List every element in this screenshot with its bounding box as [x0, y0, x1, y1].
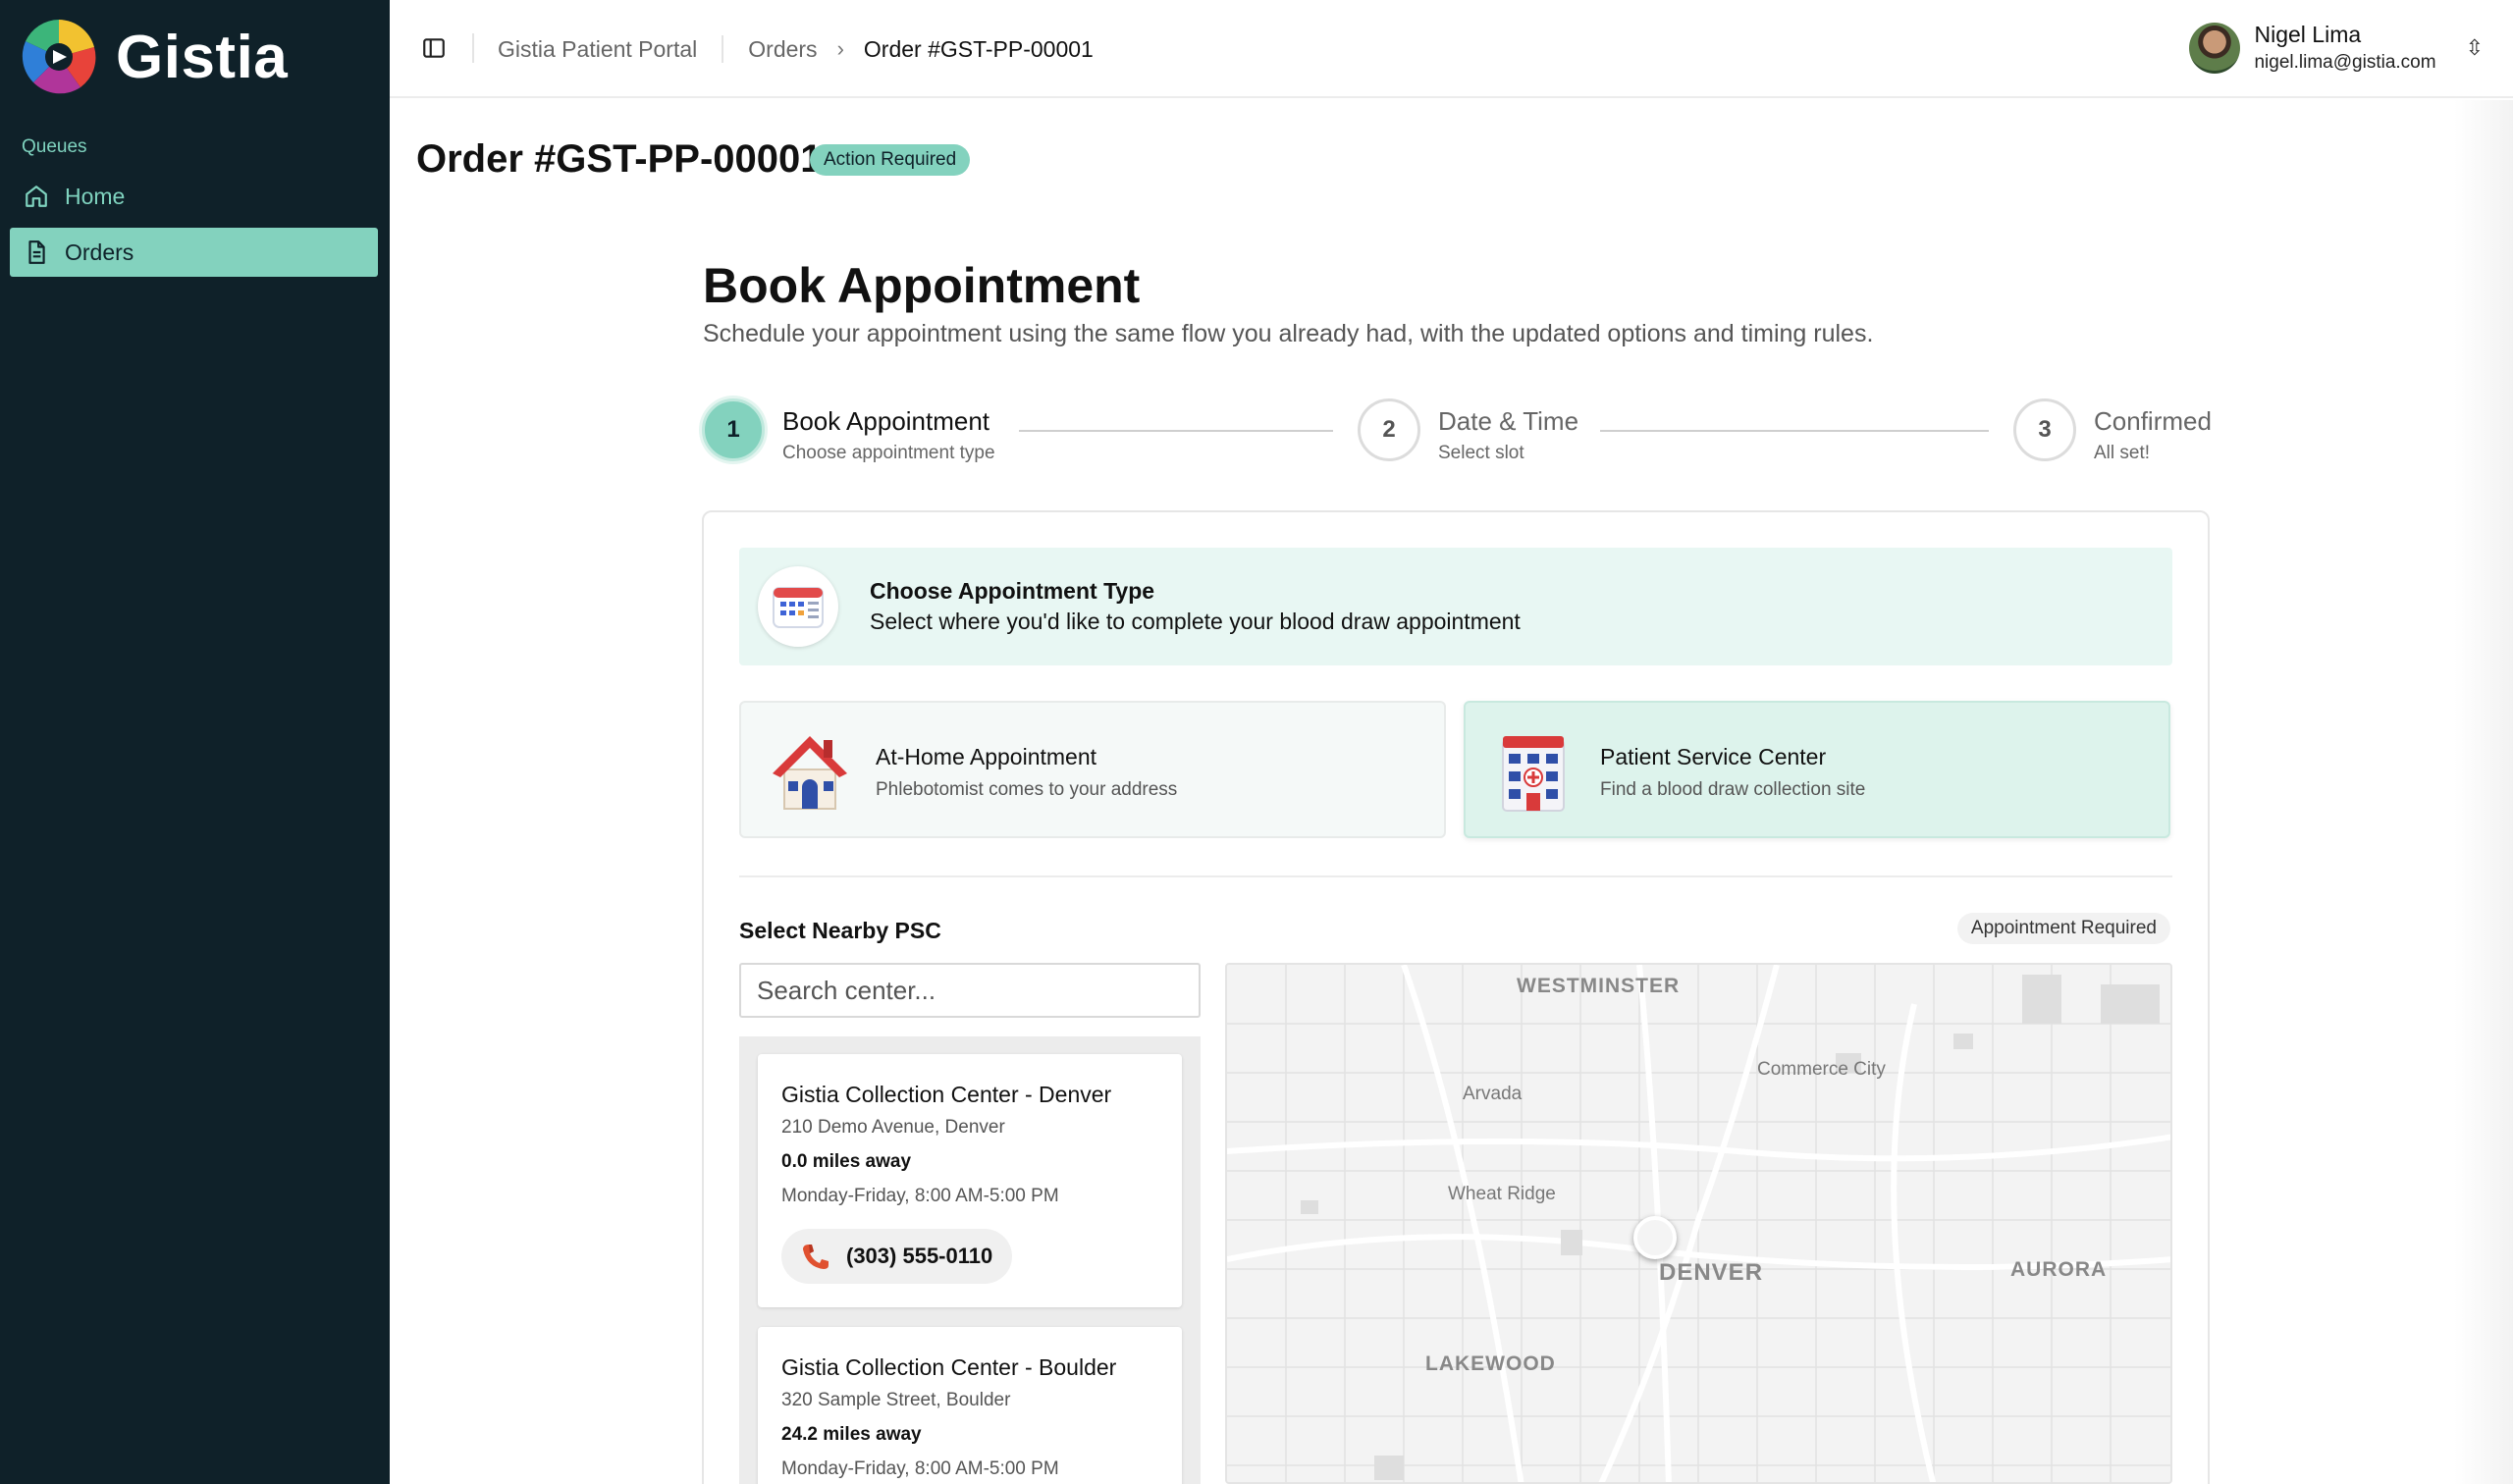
- center-address: 210 Demo Avenue, Denver: [781, 1117, 1005, 1138]
- sidebar-toggle-icon[interactable]: [421, 35, 447, 61]
- breadcrumb-separator: [722, 35, 724, 63]
- status-badge: Action Required: [810, 144, 971, 176]
- top-header: Gistia Patient Portal Orders › Order #GS…: [390, 0, 2513, 98]
- list-item[interactable]: Gistia Collection Center - Denver 210 De…: [758, 1054, 1182, 1307]
- step-desc: All set!: [2094, 443, 2151, 463]
- map-label: Wheat Ridge: [1448, 1184, 1556, 1204]
- map-roads: [1227, 965, 2170, 1482]
- step-desc: Choose appointment type: [782, 443, 995, 463]
- booking-title: Book Appointment: [703, 258, 1141, 313]
- step-2: 2 Date & Time Select slot: [1358, 398, 1578, 464]
- house-icon: [773, 736, 847, 810]
- center-hours: Monday-Friday, 8:00 AM-5:00 PM: [781, 1186, 1059, 1206]
- center-distance: 24.2 miles away: [781, 1424, 922, 1445]
- search-center-input[interactable]: [739, 963, 1201, 1018]
- option-desc: Find a blood draw collection site: [1600, 779, 1866, 800]
- calendar-icon: [758, 566, 838, 647]
- step-1: 1 Book Appointment Choose appointment ty…: [702, 398, 995, 464]
- banner-title: Choose Appointment Type: [870, 578, 1155, 604]
- logo-text: Gistia: [116, 23, 289, 91]
- sidebar-item-orders[interactable]: Orders: [10, 228, 378, 277]
- step-number: 2: [1358, 398, 1420, 461]
- at-home-appointment-option[interactable]: At-Home Appointment Phlebotomist comes t…: [739, 701, 1446, 838]
- chevron-right-icon: ›: [836, 36, 844, 61]
- center-name: Gistia Collection Center - Boulder: [781, 1354, 1117, 1380]
- phone-icon: [803, 1245, 829, 1269]
- center-distance: 0.0 miles away: [781, 1151, 912, 1172]
- header-divider: [472, 33, 474, 63]
- sidebar-item-label: Home: [65, 183, 126, 209]
- gistia-logo-icon: [22, 20, 96, 94]
- map-label: Commerce City: [1757, 1059, 1886, 1080]
- option-title: Patient Service Center: [1600, 744, 1827, 769]
- step-number: 3: [2013, 398, 2076, 461]
- phone-number: (303) 555-0110: [846, 1244, 993, 1268]
- step-title: Date & Time: [1438, 406, 1579, 436]
- sidebar-item-home[interactable]: Home: [10, 172, 378, 221]
- app-logo[interactable]: Gistia: [20, 18, 288, 96]
- map-label: WESTMINSTER: [1517, 975, 1681, 997]
- list-item[interactable]: Gistia Collection Center - Boulder 320 S…: [758, 1327, 1182, 1484]
- psc-heading: Select Nearby PSC: [739, 918, 941, 943]
- map-label: DENVER: [1659, 1259, 1764, 1286]
- center-name: Gistia Collection Center - Denver: [781, 1082, 1112, 1107]
- sidebar-item-label: Orders: [65, 238, 134, 265]
- center-hours: Monday-Friday, 8:00 AM-5:00 PM: [781, 1458, 1059, 1479]
- sidebar: Gistia Queues Home Orders: [0, 0, 390, 1484]
- breadcrumb: Gistia Patient Portal Orders › Order #GS…: [498, 35, 1094, 63]
- appointment-type-banner: Choose Appointment Type Select where you…: [739, 548, 2172, 665]
- banner-desc: Select where you'd like to complete your…: [870, 609, 1521, 634]
- step-connector: [1600, 430, 1989, 432]
- step-number: 1: [702, 398, 765, 461]
- user-email: nigel.lima@gistia.com: [2254, 52, 2436, 73]
- step-3: 3 Confirmed All set!: [2013, 398, 2212, 464]
- center-address: 320 Sample Street, Boulder: [781, 1390, 1011, 1410]
- breadcrumb-current: Order #GST-PP-00001: [863, 35, 1094, 62]
- step-desc: Select slot: [1438, 443, 1524, 463]
- patient-service-center-option[interactable]: Patient Service Center Find a blood draw…: [1464, 701, 2170, 838]
- hospital-building-icon: [1502, 736, 1565, 812]
- breadcrumb-portal[interactable]: Gistia Patient Portal: [498, 36, 697, 63]
- map-label: LAKEWOOD: [1425, 1352, 1556, 1375]
- step-connector: [1019, 430, 1333, 432]
- map-label: AURORA: [2010, 1258, 2108, 1281]
- document-icon: [28, 240, 45, 264]
- scroll-edge-shadow: [2454, 100, 2513, 1484]
- breadcrumb-orders[interactable]: Orders: [748, 36, 817, 63]
- user-name: Nigel Lima: [2254, 22, 2362, 47]
- chevron-up-down-icon: ⇳: [2465, 34, 2484, 60]
- user-info: Nigel Lima nigel.lima@gistia.com: [2254, 22, 2435, 74]
- step-title: Confirmed: [2094, 406, 2212, 436]
- psc-list[interactable]: Gistia Collection Center - Denver 210 De…: [739, 1036, 1201, 1484]
- map-marker[interactable]: [1633, 1216, 1677, 1259]
- phone-button[interactable]: (303) 555-0110: [781, 1229, 1013, 1284]
- queues-section-label: Queues: [22, 136, 87, 157]
- psc-map[interactable]: WESTMINSTER Commerce City Arvada Wheat R…: [1225, 963, 2172, 1484]
- section-divider: [739, 875, 2172, 877]
- home-icon: [26, 186, 47, 207]
- option-title: At-Home Appointment: [876, 744, 1097, 769]
- appointment-required-badge: Appointment Required: [1956, 913, 2170, 944]
- user-menu[interactable]: Nigel Lima nigel.lima@gistia.com ⇳: [2189, 22, 2484, 74]
- booking-subtitle: Schedule your appointment using the same…: [703, 320, 1874, 347]
- page-title: Order #GST-PP-00001: [416, 137, 823, 181]
- avatar: [2189, 22, 2241, 74]
- option-desc: Phlebotomist comes to your address: [876, 779, 1178, 800]
- step-title: Book Appointment: [782, 406, 990, 436]
- map-label: Arvada: [1463, 1084, 1523, 1104]
